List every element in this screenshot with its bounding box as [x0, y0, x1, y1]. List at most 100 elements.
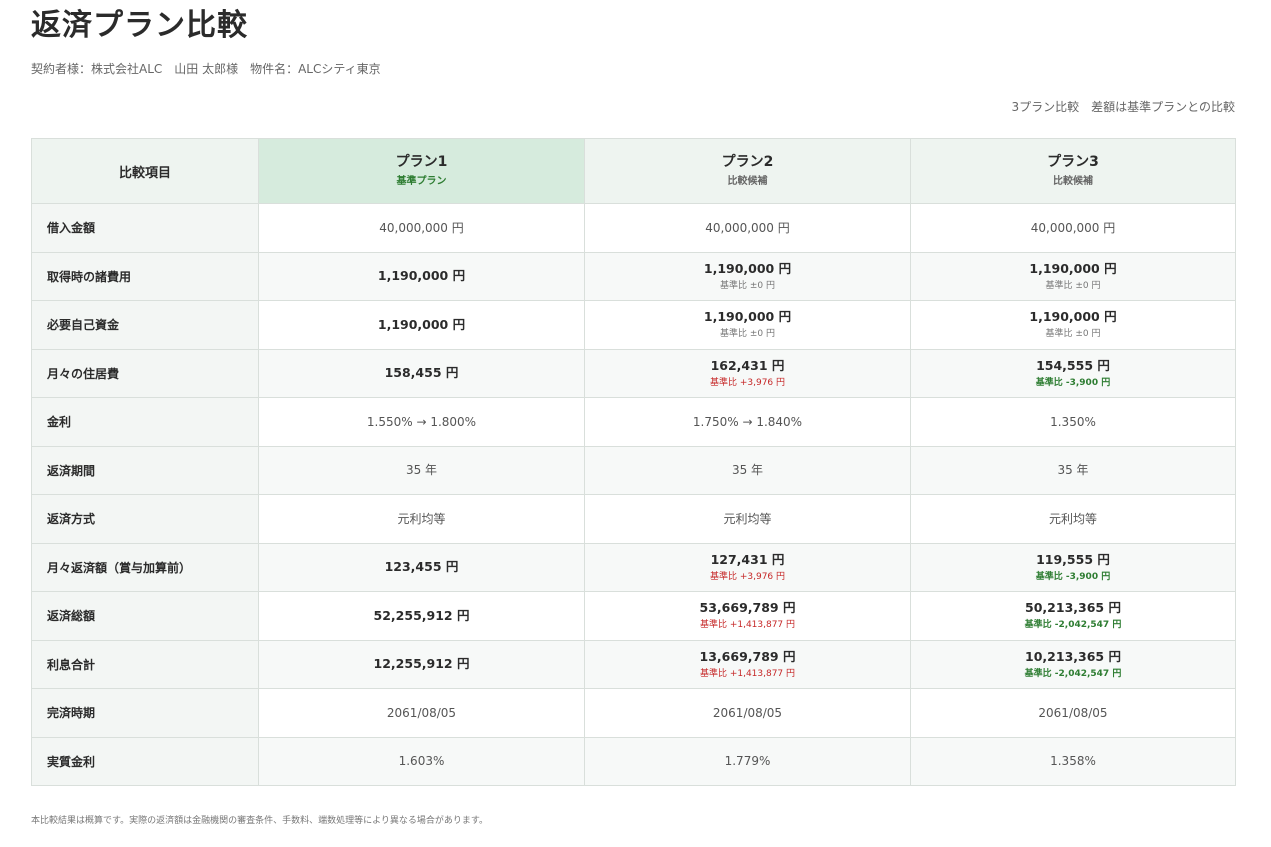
- cell-value: 2061/08/05: [712, 705, 783, 720]
- table-cell: 1.603%: [258, 736, 585, 786]
- cell-value: 2061/08/05: [1038, 705, 1108, 720]
- cell-value: 元利均等: [1048, 511, 1097, 526]
- table-cell: 1,190,000 円基準比 ±0 円: [910, 300, 1236, 350]
- cell-value: 1,190,000 円: [703, 309, 792, 325]
- table-cell: 2061/08/05: [910, 688, 1236, 738]
- cell-value: 1.550% → 1.800%: [366, 414, 477, 429]
- cell-value: 13,669,789 円: [699, 648, 796, 664]
- table-cell: 元利均等: [258, 494, 585, 544]
- table-cell: 40,000,000 円: [584, 203, 911, 253]
- row-label: 借入金額: [31, 203, 259, 253]
- table-row: 金利 1.550% → 1.800% 1.750% → 1.840% 1.350%: [31, 397, 1236, 447]
- table-cell: 2061/08/05: [258, 688, 585, 738]
- table-cell: 1.350%: [910, 397, 1236, 447]
- header-plan-1: プラン1 基準プラン: [258, 138, 585, 204]
- header-item: 比較項目: [31, 138, 259, 204]
- table-cell: 1,190,000 円: [258, 300, 585, 350]
- plan-name: プラン2: [721, 154, 774, 170]
- cell-diff: 基準比 -2,042,547 円: [1024, 668, 1122, 679]
- row-label: 利息合計: [31, 639, 259, 689]
- cell-diff: 基準比 +1,413,877 円: [699, 668, 796, 679]
- header-plan-2: プラン2 比較候補: [584, 138, 911, 204]
- table-cell: 40,000,000 円: [258, 203, 585, 253]
- table-row: 借入金額 40,000,000 円 40,000,000 円 40,000,000 円: [31, 203, 1236, 253]
- cell-value: 158,455 円: [384, 365, 459, 381]
- cell-value: 154,555 円: [1036, 357, 1110, 373]
- cell-diff: 基準比 -3,900 円: [1035, 377, 1111, 388]
- row-label: 完済時期: [31, 688, 259, 738]
- table-cell: 1,190,000 円: [258, 251, 585, 301]
- cell-value: 35 年: [1057, 463, 1089, 478]
- cell-value: 123,455 円: [384, 559, 459, 575]
- comparison-table: 比較項目 プラン1 基準プラン プラン2 比較候補 プラン3 比較候補 借入金額…: [31, 138, 1236, 786]
- cell-value: 元利均等: [397, 511, 446, 526]
- table-cell: 1.550% → 1.800%: [258, 397, 585, 447]
- table-cell: 元利均等: [910, 494, 1236, 544]
- row-label: 返済総額: [31, 591, 259, 641]
- table-cell: 119,555 円基準比 -3,900 円: [910, 542, 1236, 592]
- cell-value: 162,431 円: [710, 357, 785, 373]
- row-label: 返済方式: [31, 494, 259, 544]
- cell-value: 2061/08/05: [386, 705, 457, 720]
- cell-value: 52,255,912 円: [373, 607, 470, 623]
- table-cell: 元利均等: [584, 494, 911, 544]
- table-cell: 1.358%: [910, 736, 1236, 786]
- cell-diff: 基準比 ±0 円: [1045, 280, 1101, 291]
- row-label: 月々の住居費: [31, 348, 259, 398]
- table-cell: 1,190,000 円基準比 ±0 円: [584, 300, 911, 350]
- row-label: 必要自己資金: [31, 300, 259, 350]
- table-cell: 1.750% → 1.840%: [584, 397, 911, 447]
- footnote: 本比較結果は概算です。実際の返済額は金融機関の審査条件、手数料、端数処理等により…: [31, 816, 489, 826]
- cell-value: 40,000,000 円: [705, 220, 790, 235]
- cell-diff: 基準比 ±0 円: [1045, 329, 1101, 340]
- cell-value: 10,213,365 円: [1025, 648, 1121, 664]
- cell-value: 127,431 円: [710, 551, 785, 567]
- cell-value: 40,000,000 円: [1030, 220, 1116, 235]
- table-row: 取得時の諸費用 1,190,000 円 1,190,000 円基準比 ±0 円 1,1…: [31, 251, 1236, 301]
- table-row: 月々の住居費 158,455 円 162,431 円基準比 +3,976 円 154,…: [31, 348, 1236, 398]
- table-cell: 2061/08/05: [584, 688, 911, 738]
- table-cell: 35 年: [258, 445, 585, 495]
- page: 返済プラン比較 契約者様：株式会社ALC 山田 太郎様 物件名：ALCシティ東京…: [0, 0, 1271, 847]
- table-cell: 50,213,365 円基準比 -2,042,547 円: [910, 591, 1236, 641]
- cell-value: 1.350%: [1050, 414, 1096, 429]
- table-cell: 1,190,000 円基準比 ±0 円: [584, 251, 911, 301]
- row-label: 月々返済額（賞与加算前）: [31, 542, 259, 592]
- cell-value: 35 年: [405, 463, 438, 478]
- comparison-note: 3プラン比較 差額は基準プランとの比較: [1011, 100, 1235, 114]
- table-cell: 10,213,365 円基準比 -2,042,547 円: [910, 639, 1236, 689]
- table-cell: 12,255,912 円: [258, 639, 585, 689]
- cell-value: 1,190,000 円: [703, 260, 792, 276]
- plan-badge: 基準プラン: [396, 176, 447, 187]
- cell-diff: 基準比 +3,976 円: [709, 377, 786, 388]
- table-row: 返済総額 52,255,912 円 53,669,789 円基準比 +1,413,8…: [31, 591, 1236, 641]
- header-plan-3: プラン3 比較候補: [910, 138, 1236, 204]
- cell-value: 1.603%: [398, 754, 445, 769]
- table-cell: 1,190,000 円基準比 ±0 円: [910, 251, 1236, 301]
- cell-diff: 基準比 ±0 円: [720, 280, 775, 291]
- row-label: 取得時の諸費用: [31, 251, 259, 301]
- cell-value: 40,000,000 円: [379, 220, 464, 235]
- cell-value: 1,190,000 円: [1029, 260, 1117, 276]
- plan-name: プラン1: [395, 154, 448, 170]
- page-title: 返済プラン比較: [31, 8, 248, 43]
- table-cell: 162,431 円基準比 +3,976 円: [584, 348, 911, 398]
- table-cell: 53,669,789 円基準比 +1,413,877 円: [584, 591, 911, 641]
- table-row: 返済方式 元利均等 元利均等 元利均等: [31, 494, 1236, 544]
- cell-diff: 基準比 +3,976 円: [709, 571, 786, 582]
- table-cell: 13,669,789 円基準比 +1,413,877 円: [584, 639, 911, 689]
- table-row: 利息合計 12,255,912 円 13,669,789 円基準比 +1,413,8…: [31, 639, 1236, 689]
- table-cell: 127,431 円基準比 +3,976 円: [584, 542, 911, 592]
- table-cell: 1.779%: [584, 736, 911, 786]
- cell-value: 12,255,912 円: [373, 656, 470, 672]
- cell-value: 1,190,000 円: [377, 316, 466, 332]
- cell-value: 53,669,789 円: [699, 600, 796, 616]
- table-cell: 123,455 円: [258, 542, 585, 592]
- cell-diff: 基準比 ±0 円: [720, 329, 775, 340]
- contract-meta: 契約者様：株式会社ALC 山田 太郎様 物件名：ALCシティ東京: [31, 62, 381, 76]
- cell-value: 1,190,000 円: [377, 268, 466, 284]
- cell-diff: 基準比 -2,042,547 円: [1024, 620, 1122, 631]
- row-label: 実質金利: [31, 736, 259, 786]
- plan-badge: 比較候補: [727, 176, 768, 187]
- cell-value: 1,190,000 円: [1029, 309, 1117, 325]
